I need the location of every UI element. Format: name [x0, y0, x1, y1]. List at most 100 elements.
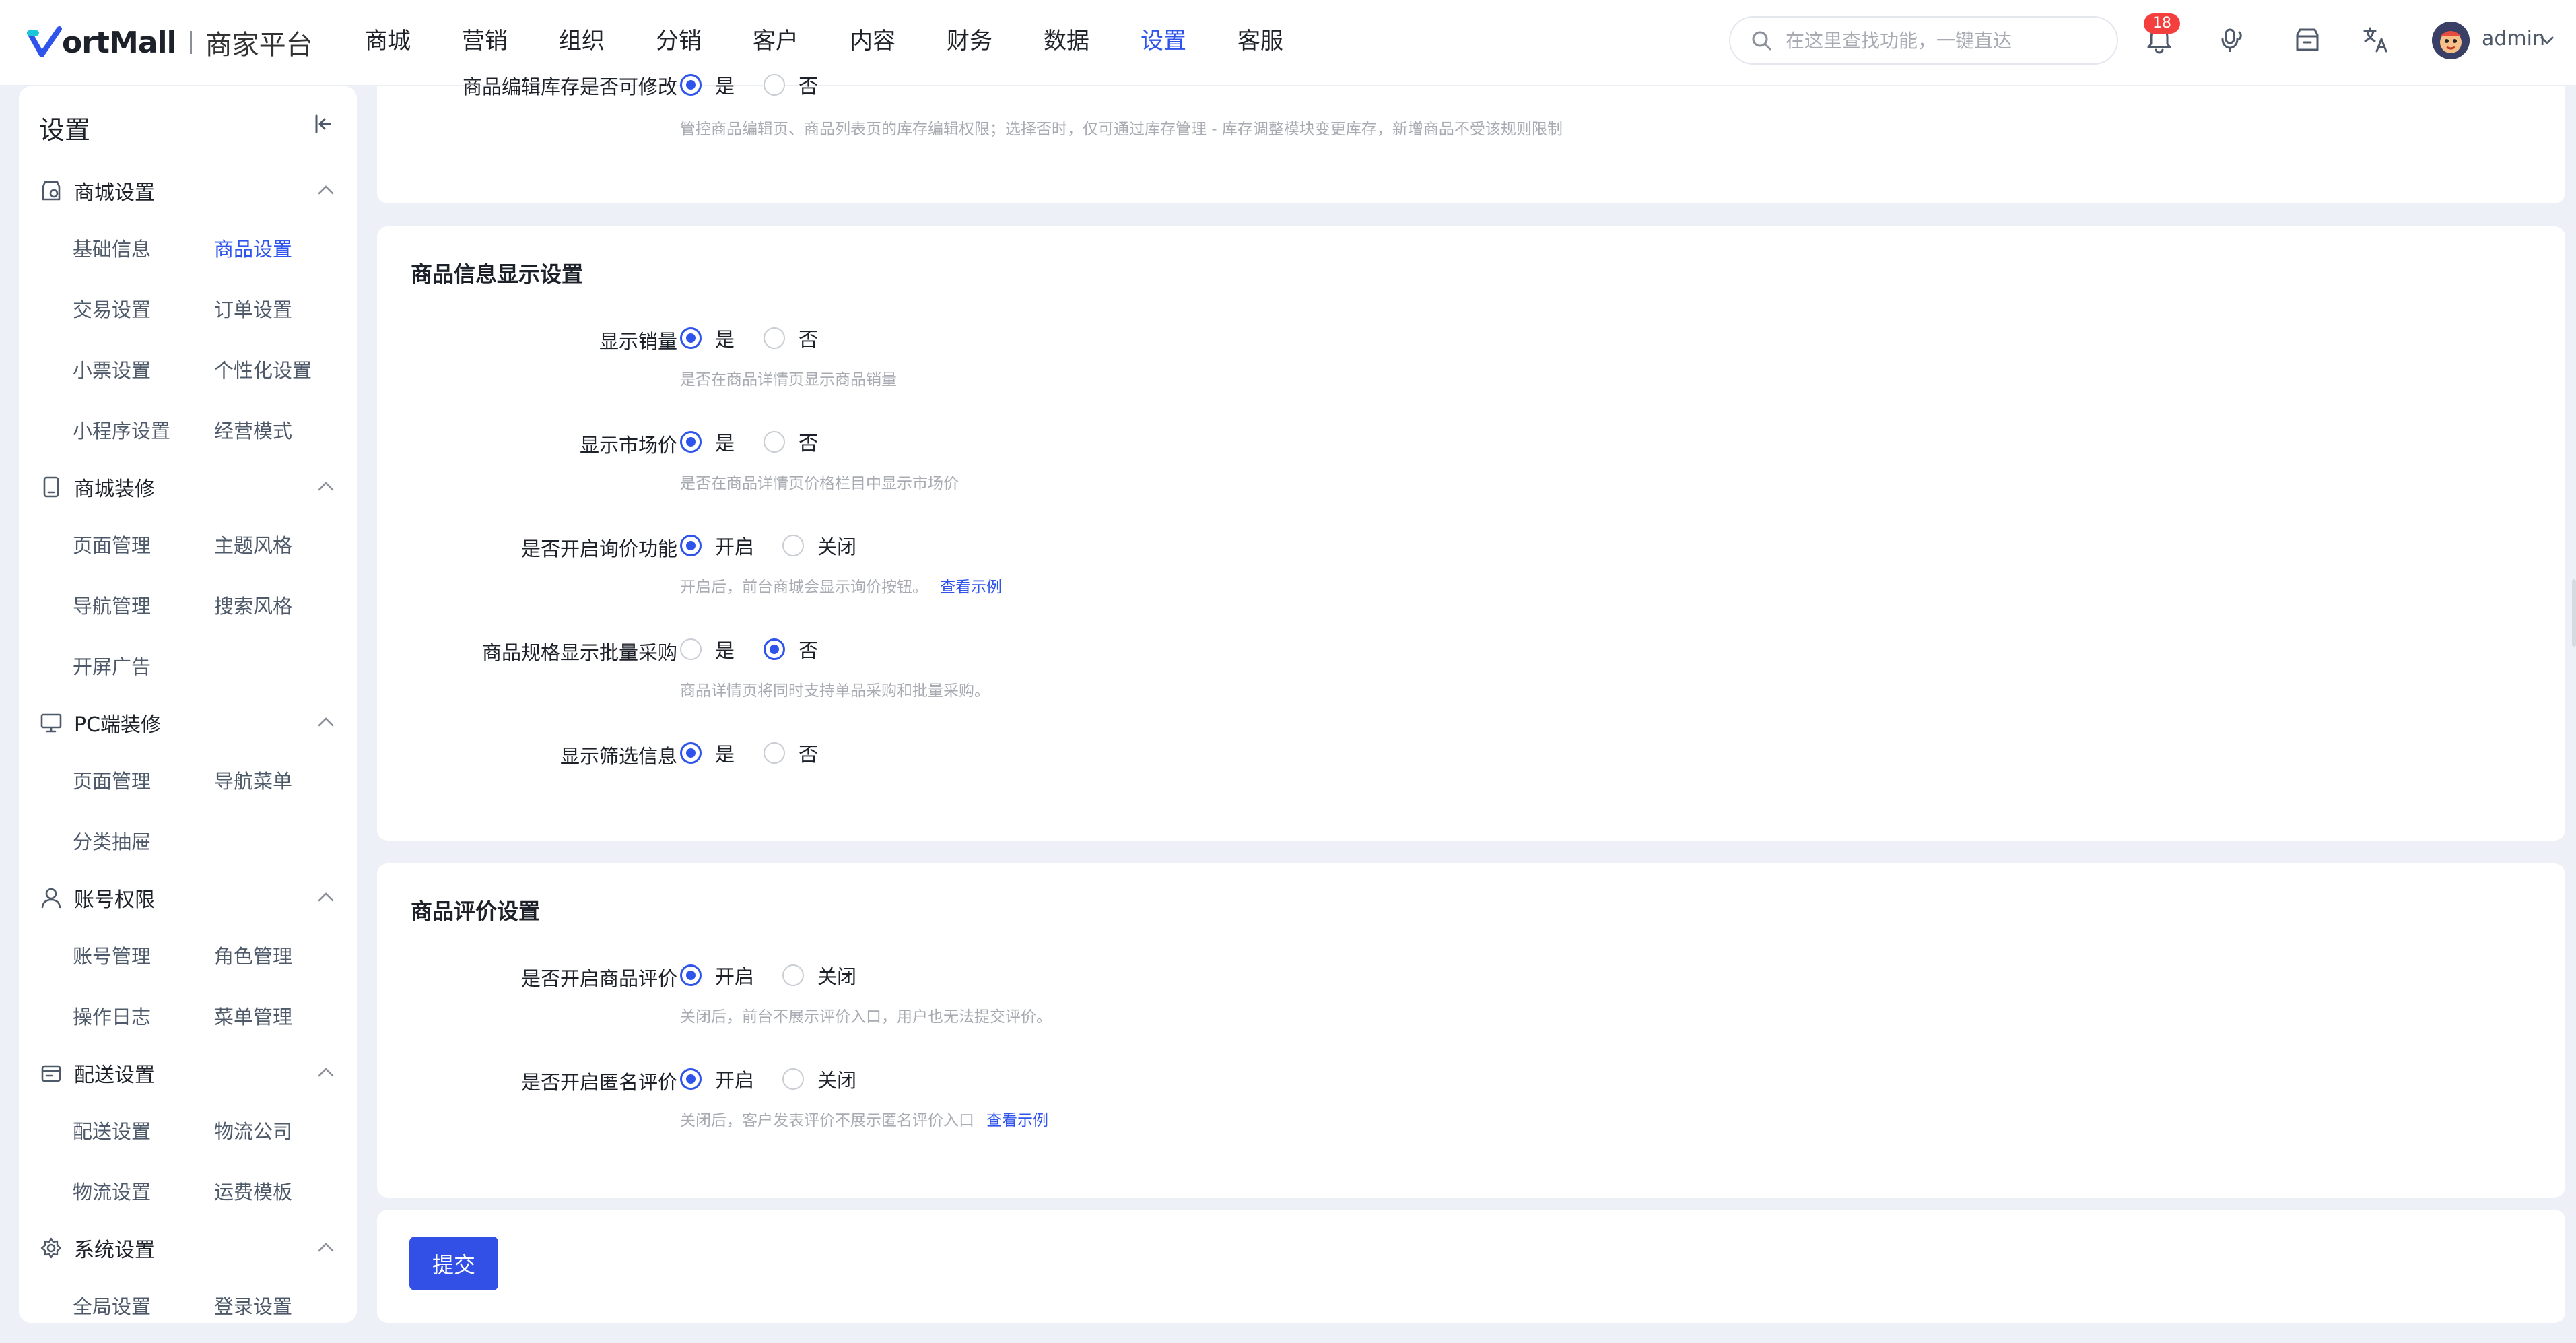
sidebar-item-logistics-company[interactable]: 物流公司: [214, 1116, 292, 1144]
sidebar-item-delivery-settings[interactable]: 配送设置: [73, 1116, 151, 1144]
sidebar-item-page-management[interactable]: 页面管理: [73, 530, 151, 558]
nav-item-data[interactable]: 数据: [1044, 24, 1141, 58]
radio-dot[interactable]: [680, 638, 702, 660]
chevron-up-icon[interactable]: [316, 1066, 335, 1079]
sidebar-item-order-settings[interactable]: 订单设置: [214, 294, 292, 323]
sidebar-item-menu-management[interactable]: 菜单管理: [214, 1002, 292, 1030]
sidebar-item-basic-info[interactable]: 基础信息: [73, 234, 151, 262]
store-icon[interactable]: [2292, 24, 2323, 55]
sidebar-item-category-drawer[interactable]: 分类抽屉: [73, 826, 151, 855]
nav-item-settings[interactable]: 设置: [1141, 24, 1238, 58]
nav-item-service[interactable]: 客服: [1238, 24, 1334, 58]
chevron-up-icon[interactable]: [316, 183, 335, 197]
sidebar-group-pc-decoration[interactable]: PC端装修: [39, 706, 335, 740]
radio-dot[interactable]: [782, 535, 804, 556]
chevron-up-icon[interactable]: [316, 480, 335, 493]
radio-inquiry-on[interactable]: 开启: [680, 532, 754, 559]
sidebar-item-search-style[interactable]: 搜索风格: [214, 591, 292, 619]
sidebar-item-miniprogram[interactable]: 小程序设置: [73, 416, 170, 444]
nav-item-marketing[interactable]: 营销: [462, 24, 559, 58]
radio-filter-info-yes[interactable]: 是: [680, 740, 735, 766]
sidebar-item-pc-page-management[interactable]: 页面管理: [73, 766, 151, 794]
sidebar-item-splash-ad[interactable]: 开屏广告: [73, 651, 151, 680]
username[interactable]: admin: [2482, 27, 2545, 51]
radio-dot[interactable]: [680, 327, 702, 349]
radio-dot[interactable]: [764, 742, 785, 764]
sidebar-group-system-settings[interactable]: 系统设置: [39, 1231, 335, 1265]
radio-dot[interactable]: [680, 742, 702, 764]
sidebar-item-global-settings[interactable]: 全局设置: [73, 1291, 151, 1319]
radio-show-market-price-no[interactable]: 否: [764, 428, 818, 455]
translate-icon[interactable]: [2361, 24, 2392, 55]
radio-label: 是: [715, 328, 735, 351]
sidebar-group-account-permissions[interactable]: 账号权限: [39, 881, 335, 915]
nav-item-customers[interactable]: 客户: [753, 24, 850, 58]
radio-filter-info-no[interactable]: 否: [764, 740, 818, 766]
radio-anonymous-on[interactable]: 开启: [680, 1066, 754, 1092]
sidebar-group-delivery-settings[interactable]: 配送设置: [39, 1056, 335, 1090]
search-input[interactable]: [1784, 28, 2107, 53]
nav-item-content[interactable]: 内容: [850, 24, 947, 58]
sidebar-item-operation-log[interactable]: 操作日志: [73, 1002, 151, 1030]
sidebar-item-shipping-template[interactable]: 运费模板: [214, 1177, 292, 1205]
radio-bulk-purchase-no[interactable]: 否: [764, 636, 818, 663]
row-label: 商品规格显示批量采购: [481, 641, 677, 664]
global-search[interactable]: [1729, 16, 2118, 65]
radio-review-off[interactable]: 关闭: [782, 962, 856, 989]
radio-bulk-purchase-yes[interactable]: 是: [680, 636, 735, 663]
avatar[interactable]: [2432, 22, 2470, 59]
collapse-sidebar-icon[interactable]: [311, 112, 335, 136]
view-example-link[interactable]: 查看示例: [986, 1112, 1048, 1129]
sidebar-item-business-mode[interactable]: 经营模式: [214, 416, 292, 444]
sidebar-item-nav-menu[interactable]: 导航菜单: [214, 766, 292, 794]
user-icon: [41, 888, 61, 909]
sidebar-item-receipt-settings[interactable]: 小票设置: [73, 355, 151, 383]
radio-dot[interactable]: [680, 964, 702, 986]
radio-dot[interactable]: [764, 431, 785, 453]
chevron-up-icon[interactable]: [316, 715, 335, 729]
headset-icon[interactable]: [2217, 24, 2248, 55]
sidebar-item-logistics-settings[interactable]: 物流设置: [73, 1177, 151, 1205]
radio-dot[interactable]: [782, 1068, 804, 1090]
radio-dot[interactable]: [764, 327, 785, 349]
sidebar-item-trade-settings[interactable]: 交易设置: [73, 294, 151, 323]
page-scrollbar[interactable]: [2572, 579, 2576, 647]
radio-show-sales-no[interactable]: 否: [764, 325, 818, 352]
row-label: 显示筛选信息: [560, 745, 677, 768]
sidebar-item-nav-management[interactable]: 导航管理: [73, 591, 151, 619]
chevron-down-icon[interactable]: [2540, 35, 2554, 46]
radio-dot[interactable]: [764, 74, 785, 96]
radio-label: 开启: [715, 535, 755, 558]
radio-dot[interactable]: [680, 431, 702, 453]
radio-show-market-price-yes[interactable]: 是: [680, 428, 735, 455]
chevron-up-icon[interactable]: [316, 890, 335, 904]
nav-item-distribution[interactable]: 分销: [656, 24, 753, 58]
sidebar-item-account-management[interactable]: 账号管理: [73, 941, 151, 969]
radio-dot[interactable]: [680, 1068, 702, 1090]
radio-review-on[interactable]: 开启: [680, 962, 754, 989]
radio-dot[interactable]: [764, 638, 785, 660]
sidebar-item-role-management[interactable]: 角色管理: [214, 941, 292, 969]
sidebar-item-product-settings[interactable]: 商品设置: [214, 234, 292, 262]
sidebar-group-mall-decoration[interactable]: 商城装修: [39, 470, 335, 504]
nav-item-organization[interactable]: 组织: [559, 24, 656, 58]
view-example-link[interactable]: 查看示例: [940, 579, 1002, 596]
sidebar-group-mall-settings[interactable]: 商城设置: [39, 174, 335, 207]
sidebar-item-theme-style[interactable]: 主题风格: [214, 530, 292, 558]
radio-yes[interactable]: 是: [680, 71, 735, 98]
radio-anonymous-off[interactable]: 关闭: [782, 1066, 856, 1092]
chevron-up-icon[interactable]: [316, 1241, 335, 1254]
sidebar-item-login-settings[interactable]: 登录设置: [214, 1291, 292, 1319]
radio-dot[interactable]: [680, 535, 702, 556]
nav-item-mall[interactable]: 商城: [365, 24, 462, 58]
brand-logo[interactable]: ortMall 商家平台: [27, 22, 313, 63]
radio-no[interactable]: 否: [764, 71, 818, 98]
radio-inquiry-off[interactable]: 关闭: [782, 532, 856, 559]
sidebar-group-label: 商城装修: [74, 478, 155, 501]
radio-dot[interactable]: [680, 74, 702, 96]
nav-item-finance[interactable]: 财务: [947, 24, 1044, 58]
radio-show-sales-yes[interactable]: 是: [680, 325, 735, 352]
submit-button[interactable]: 提交: [409, 1237, 498, 1290]
sidebar-item-personalization[interactable]: 个性化设置: [214, 355, 312, 383]
radio-dot[interactable]: [782, 964, 804, 986]
